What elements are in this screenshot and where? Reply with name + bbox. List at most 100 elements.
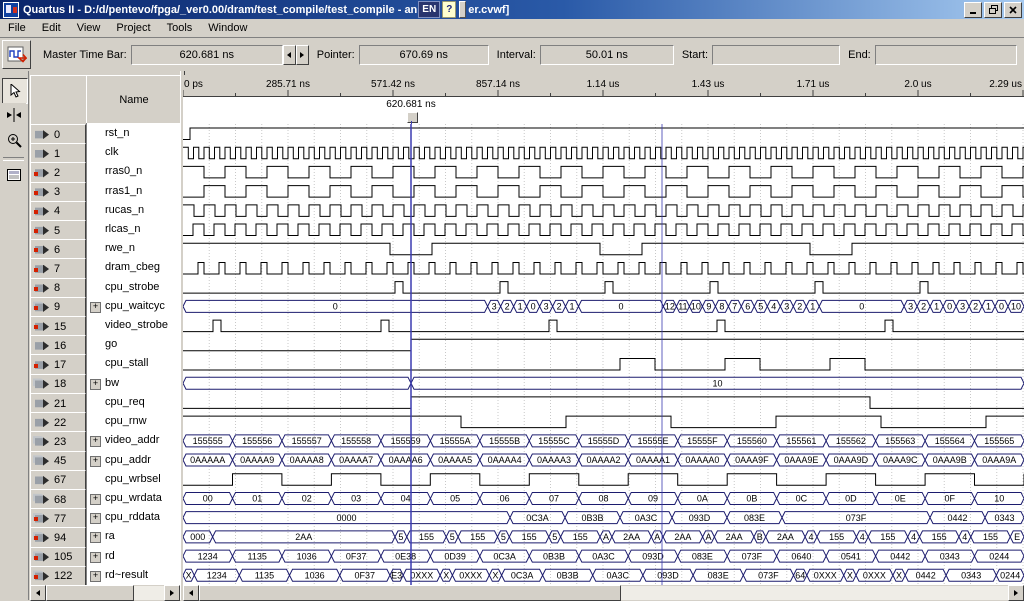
signal-name-cell[interactable]: cpu_rnw (86, 412, 180, 431)
pointer-tool-button[interactable] (2, 78, 28, 104)
signal-id-button[interactable]: 1 (30, 143, 86, 164)
signal-name[interactable]: cpu_rddata (105, 511, 160, 523)
scrollbar-thumb[interactable] (199, 585, 621, 601)
expand-plus-icon[interactable]: + (90, 571, 101, 582)
signal-name[interactable]: cpu_req (105, 396, 145, 408)
signal-name-cell[interactable]: go (86, 335, 180, 354)
signal-name[interactable]: cpu_wrbsel (105, 473, 161, 485)
signal-id-button[interactable]: 22 (30, 412, 86, 433)
expand-plus-icon[interactable]: + (90, 456, 101, 467)
signal-id-button[interactable]: 3 (30, 182, 86, 203)
end-field[interactable] (875, 45, 1017, 65)
scroll-right-icon[interactable] (1008, 585, 1024, 601)
signal-name-cell[interactable]: cpu_wrbsel (86, 470, 180, 489)
master-time-bar-field[interactable]: 620.681 ns (131, 45, 283, 65)
signal-name-cell[interactable]: + ra (86, 527, 180, 546)
scroll-right-icon[interactable] (164, 585, 180, 601)
signal-id-button[interactable]: 21 (30, 393, 86, 414)
signal-name[interactable]: cpu_wrdata (105, 492, 162, 504)
signal-id-button[interactable]: 122 (30, 566, 86, 587)
signal-name[interactable]: cpu_stall (105, 357, 148, 369)
scroll-left-icon[interactable] (30, 585, 46, 601)
signal-name[interactable]: cpu_addr (105, 454, 151, 466)
fullscreen-tool-button[interactable] (2, 163, 26, 187)
signal-id-button[interactable]: 17 (30, 354, 86, 375)
signal-name[interactable]: rras1_n (105, 185, 142, 197)
signal-name[interactable]: rd (105, 550, 115, 562)
time-bar-tool-button[interactable] (2, 103, 26, 127)
time-bar-handle[interactable] (407, 112, 418, 123)
signal-name[interactable]: rucas_n (105, 204, 144, 216)
expand-plus-icon[interactable]: + (90, 513, 101, 524)
signal-name-cell[interactable]: cpu_req (86, 393, 180, 412)
signal-id-button[interactable]: 45 (30, 451, 86, 472)
signal-id-button[interactable]: 0 (30, 124, 86, 145)
signal-name-cell[interactable]: dram_cbeg (86, 258, 180, 277)
menu-item-window[interactable]: Window (200, 20, 255, 36)
signal-name[interactable]: rlcas_n (105, 223, 140, 235)
scroll-left-icon[interactable] (183, 585, 199, 601)
signal-name[interactable]: cpu_waitcyc (105, 300, 165, 312)
signal-name[interactable]: dram_cbeg (105, 261, 160, 273)
signal-name-cell[interactable]: +video_addr (86, 431, 180, 450)
zoom-tool-button[interactable] (2, 128, 26, 152)
signal-name[interactable]: video_addr (105, 434, 159, 446)
menu-item-view[interactable]: View (69, 20, 109, 36)
scrollbar-thumb[interactable] (46, 585, 134, 601)
signal-id-button[interactable]: 9 (30, 297, 86, 318)
waveform-canvas[interactable]: 0321032101211109876543210321032101010155… (183, 97, 1024, 585)
master-time-decrement-button[interactable] (283, 45, 296, 65)
signal-name[interactable]: rst_n (105, 127, 129, 139)
signal-name[interactable]: go (105, 338, 117, 350)
name-panel-hscrollbar[interactable] (30, 586, 180, 600)
signal-id-button[interactable]: 68 (30, 489, 86, 510)
signal-id-button[interactable]: 23 (30, 431, 86, 452)
signal-name-cell[interactable]: video_strobe (86, 316, 180, 335)
signal-name-cell[interactable]: + cpu_wrdata (86, 489, 180, 508)
signal-id-button[interactable]: 7 (30, 258, 86, 279)
language-indicator[interactable]: EN (418, 1, 440, 18)
restore-button[interactable] (984, 2, 1002, 18)
signal-id-button[interactable]: 2 (30, 162, 86, 183)
signal-name[interactable]: cpu_rnw (105, 415, 147, 427)
menu-item-edit[interactable]: Edit (34, 20, 69, 36)
expand-plus-icon[interactable]: + (90, 494, 101, 505)
signal-id-button[interactable]: 15 (30, 316, 86, 337)
signal-name-cell[interactable]: rwe_n (86, 239, 180, 258)
signal-id-button[interactable]: 105 (30, 547, 86, 568)
signal-name[interactable]: rwe_n (105, 242, 135, 254)
signal-name-cell[interactable]: rlcas_n (86, 220, 180, 239)
signal-name-cell[interactable]: cpu_stall (86, 354, 180, 373)
signal-id-button[interactable]: 94 (30, 527, 86, 548)
signal-name-cell[interactable]: +bw (86, 374, 180, 393)
help-tray-icon[interactable]: ? (442, 1, 456, 18)
expand-plus-icon[interactable]: + (90, 379, 101, 390)
signal-id-button[interactable]: 6 (30, 239, 86, 260)
signal-name-cell[interactable]: rras0_n (86, 162, 180, 181)
signal-id-button[interactable]: 77 (30, 508, 86, 529)
signal-name-cell[interactable]: rras1_n (86, 182, 180, 201)
waveform-export-button[interactable] (2, 40, 31, 69)
signal-name[interactable]: cpu_strobe (105, 281, 159, 293)
close-button[interactable] (1004, 2, 1022, 18)
signal-name[interactable]: clk (105, 146, 118, 158)
signal-id-button[interactable]: 18 (30, 374, 86, 395)
signal-name-cell[interactable]: +rd (86, 547, 180, 566)
signal-id-button[interactable]: 16 (30, 335, 86, 356)
time-ruler[interactable]: 0 ps285.71 ns571.42 ns857.14 ns1.14 us1.… (183, 75, 1024, 97)
menu-item-file[interactable]: File (0, 20, 34, 36)
signal-name-cell[interactable]: + rd~result (86, 566, 180, 585)
signal-name-cell[interactable]: cpu_strobe (86, 278, 180, 297)
signal-name-cell[interactable]: rst_n (86, 124, 180, 143)
signal-name-cell[interactable]: + cpu_waitcyc (86, 297, 180, 316)
signal-name[interactable]: ra (105, 530, 115, 542)
expand-plus-icon[interactable]: + (90, 532, 101, 543)
signal-name-cell[interactable]: + cpu_addr (86, 451, 180, 470)
signal-name[interactable]: rd~result (105, 569, 148, 581)
minimize-button[interactable] (964, 2, 982, 18)
signal-id-button[interactable]: 4 (30, 201, 86, 222)
expand-plus-icon[interactable]: + (90, 302, 101, 313)
signal-name-cell[interactable]: rucas_n (86, 201, 180, 220)
menu-item-tools[interactable]: Tools (159, 20, 201, 36)
signal-name-cell[interactable]: clk (86, 143, 180, 162)
